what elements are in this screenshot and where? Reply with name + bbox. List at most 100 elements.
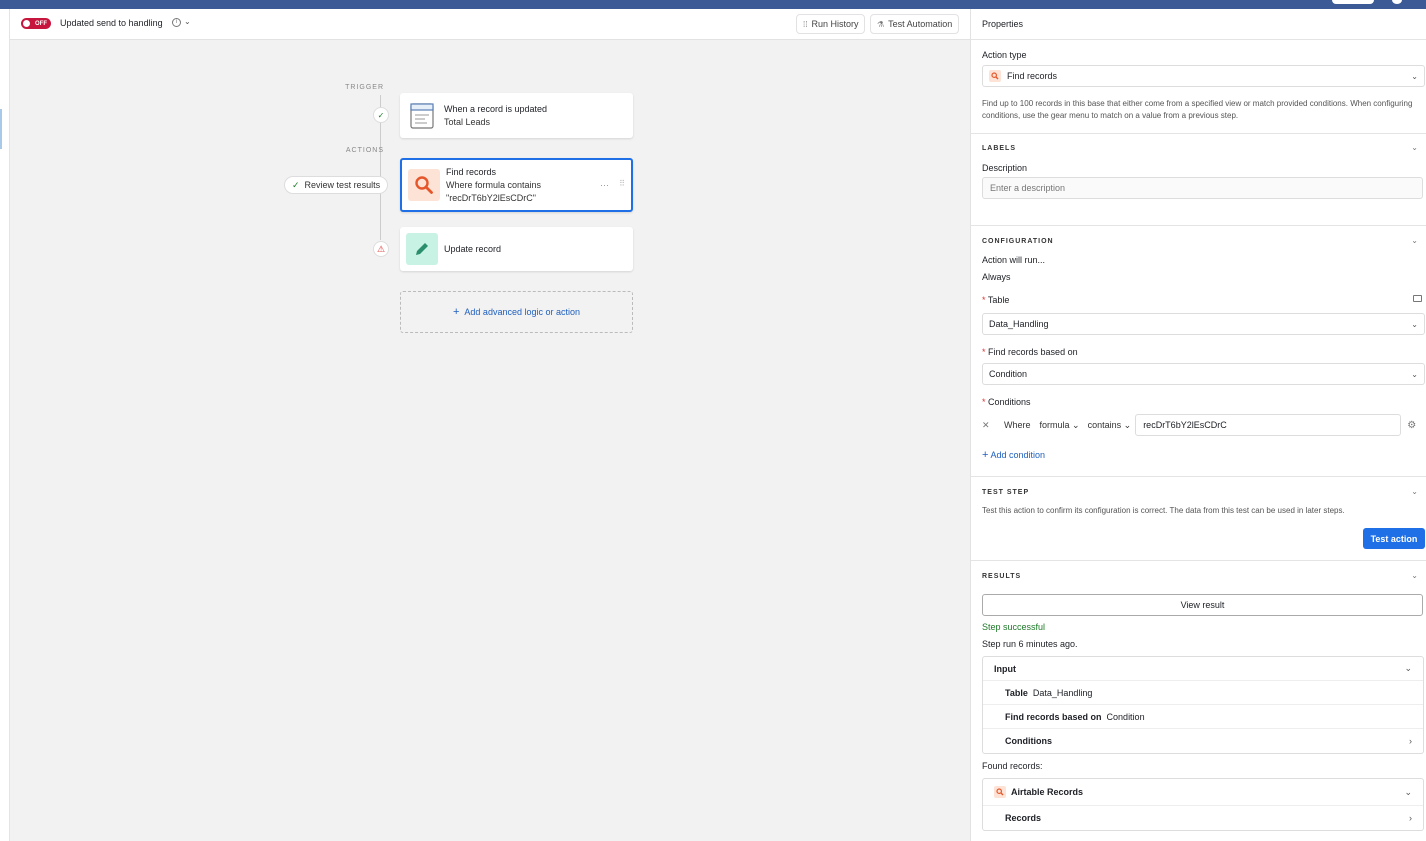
properties-panel: Properties Action type Find records ⌄ Fi…: [970, 9, 1426, 841]
trigger-title: When a record is updated: [444, 103, 548, 114]
chevron-down-icon: ⌄: [1123, 419, 1132, 430]
airtable-records-row[interactable]: Airtable Records ⌄: [983, 779, 1423, 806]
labels-heading: LABELS: [982, 145, 1016, 152]
find-records-card[interactable]: Find records Where formula contains "rec…: [400, 158, 633, 212]
chevron-down-icon[interactable]: ⌄: [1411, 487, 1418, 496]
topbar-button[interactable]: [1332, 0, 1374, 4]
find-based-label-text: Find records based on: [988, 347, 1078, 357]
conditions-label-text: Conditions: [988, 397, 1031, 407]
table-value: Data_Handling: [989, 319, 1049, 329]
trigger-section-label: TRIGGER: [345, 84, 384, 91]
update-record-card[interactable]: Update record: [400, 227, 633, 271]
action-type-select[interactable]: Find records ⌄: [982, 65, 1425, 87]
action-will-run-label: Action will run...: [982, 255, 1046, 265]
operator-select[interactable]: contains ⌄: [1088, 420, 1132, 431]
plus-icon: +: [452, 306, 460, 318]
records-row[interactable]: Records ›: [983, 806, 1423, 830]
actions-section-label: ACTIONS: [345, 147, 384, 154]
configuration-heading: CONFIGURATION: [982, 238, 1054, 245]
record-form-icon: [406, 100, 438, 132]
info-icon[interactable]: i: [172, 18, 181, 27]
expand-icon[interactable]: [1413, 295, 1422, 302]
table-select[interactable]: Data_Handling ⌄: [982, 313, 1425, 335]
condition-value-input[interactable]: recDrT6bY2lEsCDrC: [1135, 414, 1402, 436]
chevron-down-icon: ⌄: [1404, 786, 1412, 797]
avatar[interactable]: [1392, 0, 1402, 4]
panel-title: Properties: [982, 19, 1024, 29]
action-description: Find up to 100 records in this base that…: [982, 99, 1413, 120]
input-header[interactable]: Input ⌄: [983, 657, 1423, 681]
input-table-val: Data_Handling: [1032, 687, 1093, 698]
step-run-time: Step run 6 minutes ago.: [982, 639, 1078, 649]
chevron-down-icon[interactable]: ⌄: [184, 17, 191, 26]
chevron-right-icon: ›: [1409, 813, 1412, 823]
add-condition-label: Add condition: [990, 450, 1045, 460]
app-topbar: [0, 0, 1426, 9]
test-action-button[interactable]: Test action: [1363, 528, 1425, 549]
table-label-text: Table: [987, 295, 1010, 305]
search-icon: [989, 70, 1001, 82]
chevron-down-icon[interactable]: ⌄: [1411, 571, 1418, 580]
chevron-down-icon[interactable]: ⌄: [1411, 143, 1418, 152]
results-heading: RESULTS: [982, 573, 1022, 580]
chevron-down-icon: ⌄: [1404, 663, 1412, 673]
table-label: * Table: [982, 295, 1010, 305]
action-type-label: Action type: [982, 50, 1027, 60]
operator-value: contains: [1087, 419, 1122, 430]
input-conditions-row[interactable]: Conditions ›: [983, 729, 1423, 753]
description-input[interactable]: Enter a description: [982, 177, 1423, 199]
records-label: Records: [1005, 813, 1042, 823]
chevron-down-icon: ⌄: [1411, 369, 1418, 379]
chevron-down-icon[interactable]: ⌄: [1411, 236, 1418, 245]
find-based-value: Condition: [989, 369, 1028, 379]
description-label: Description: [982, 163, 1028, 173]
chevron-down-icon: ⌄: [1411, 319, 1418, 329]
gear-icon[interactable]: ⚙: [1407, 420, 1416, 431]
add-condition-button[interactable]: + Add condition: [982, 449, 1045, 461]
action-type-value: Find records: [1007, 71, 1058, 81]
toggle-label: OFF: [35, 20, 47, 27]
found-records-label: Found records:: [982, 761, 1043, 771]
search-icon: [994, 786, 1006, 798]
automation-toggle[interactable]: OFF: [21, 18, 51, 29]
check-icon: ✓: [373, 107, 389, 123]
airtable-records-label: Airtable Records: [1011, 787, 1084, 797]
review-test-results-button[interactable]: ✓ Review test results: [284, 176, 389, 194]
left-strip-marker: [0, 109, 2, 149]
find-based-select[interactable]: Condition ⌄: [982, 363, 1425, 385]
chevron-down-icon: ⌄: [1411, 71, 1418, 81]
plus-icon: +: [982, 449, 989, 461]
trigger-subtitle: Total Leads: [444, 116, 491, 127]
divider: [971, 39, 1426, 40]
automation-header: OFF Updated send to handling i ⌄ ⁞⁞ Run …: [10, 9, 970, 40]
trigger-card[interactable]: When a record is updated Total Leads: [400, 93, 633, 138]
flask-icon: ⚗: [877, 19, 885, 29]
left-strip: [0, 9, 10, 841]
divider: [971, 133, 1426, 134]
input-heading: Input: [994, 663, 1016, 674]
check-icon: ✓: [292, 179, 300, 190]
test-automation-button[interactable]: ⚗ Test Automation: [870, 14, 960, 34]
add-logic-label: Add advanced logic or action: [464, 307, 580, 317]
action-will-run-value[interactable]: Always: [982, 272, 1011, 282]
find-records-title: Find records: [446, 166, 497, 177]
close-icon[interactable]: ✕: [982, 420, 998, 431]
find-based-label: * Find records based on: [982, 347, 1078, 357]
warning-icon: ⚠: [373, 241, 389, 257]
conditions-label: * Conditions: [982, 397, 1031, 407]
divider: [971, 476, 1426, 477]
run-history-button[interactable]: ⁞⁞ Run History: [796, 14, 866, 34]
field-select[interactable]: formula ⌄: [1040, 420, 1080, 431]
view-result-button[interactable]: View result: [982, 594, 1423, 616]
divider: [971, 560, 1426, 561]
step-successful: Step successful: [982, 622, 1046, 632]
drag-handle-icon[interactable]: ⠿: [619, 179, 625, 188]
automation-name[interactable]: Updated send to handling: [60, 18, 163, 28]
found-records-box: Airtable Records ⌄ Records ›: [982, 778, 1424, 831]
add-logic-button[interactable]: + Add advanced logic or action: [400, 291, 633, 333]
more-icon[interactable]: ⋯: [600, 180, 609, 191]
divider: [971, 225, 1426, 226]
automation-canvas[interactable]: TRIGGER ACTIONS ✓ ⚠ When a record is upd…: [10, 40, 970, 841]
review-test-results-label: Review test results: [304, 180, 381, 190]
test-automation-label: Test Automation: [888, 19, 953, 29]
